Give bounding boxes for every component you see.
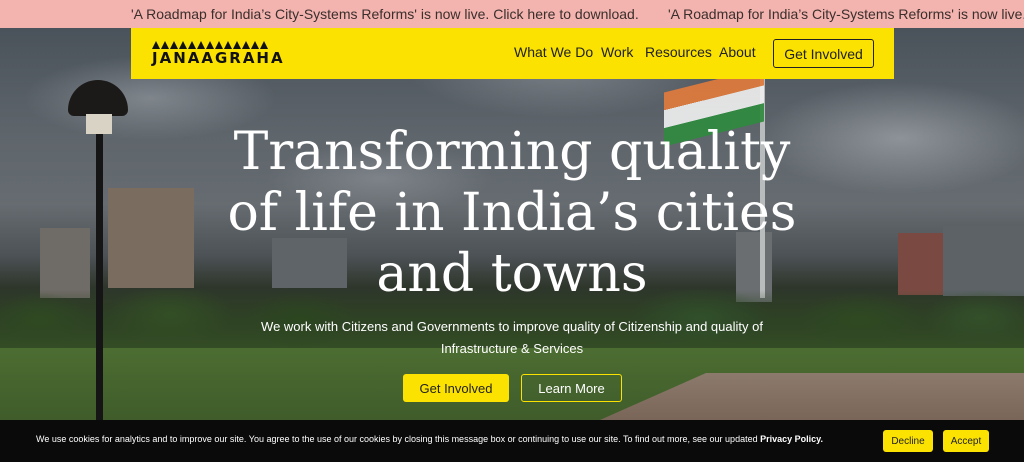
- announcement-link[interactable]: 'A Roadmap for India’s City-Systems Refo…: [131, 6, 639, 22]
- nav-work[interactable]: Work: [601, 44, 633, 60]
- cookie-banner: We use cookies for analytics and to impr…: [0, 420, 1024, 462]
- hero-title-line-2: of life in India’s cities: [227, 183, 797, 243]
- building: [40, 228, 90, 298]
- logo-text: JANAAGRAHA: [152, 49, 285, 67]
- building: [898, 233, 943, 295]
- cookie-message-text: We use cookies for analytics and to impr…: [36, 434, 761, 444]
- hero-get-involved-button[interactable]: Get Involved: [403, 374, 509, 402]
- janaagraha-logo-icon[interactable]: JANAAGRAHA: [152, 41, 283, 67]
- nav-about[interactable]: About: [719, 44, 756, 60]
- building: [108, 188, 194, 288]
- header-get-involved-button[interactable]: Get Involved: [773, 39, 874, 68]
- hero-learn-more-button[interactable]: Learn More: [521, 374, 622, 402]
- nav-what-we-do[interactable]: What We Do: [514, 44, 593, 60]
- cookie-message: We use cookies for analytics and to impr…: [36, 434, 823, 444]
- site-header: JANAAGRAHA What We Do Work Resources Abo…: [131, 28, 894, 79]
- announcement-bar: 'A Roadmap for India’s City-Systems Refo…: [0, 0, 1024, 28]
- hero-title: Transforming quality of life in India’s …: [200, 122, 824, 305]
- hero-subtitle: We work with Citizens and Governments to…: [261, 319, 763, 356]
- cookie-accept-button[interactable]: Accept: [943, 430, 989, 452]
- logo-figures-icon: [152, 41, 268, 49]
- cookie-decline-button[interactable]: Decline: [883, 430, 933, 452]
- privacy-policy-link[interactable]: Privacy Policy.: [760, 434, 823, 444]
- hero-title-line-1: Transforming quality: [233, 122, 791, 182]
- lamp-glass: [86, 114, 112, 134]
- nav-resources[interactable]: Resources: [645, 44, 712, 60]
- announcement-link-repeat[interactable]: 'A Roadmap for India’s City-Systems Refo…: [668, 6, 1024, 22]
- hero-title-line-3: and towns: [376, 244, 648, 304]
- building: [943, 226, 1024, 296]
- lamp-post: [96, 123, 103, 420]
